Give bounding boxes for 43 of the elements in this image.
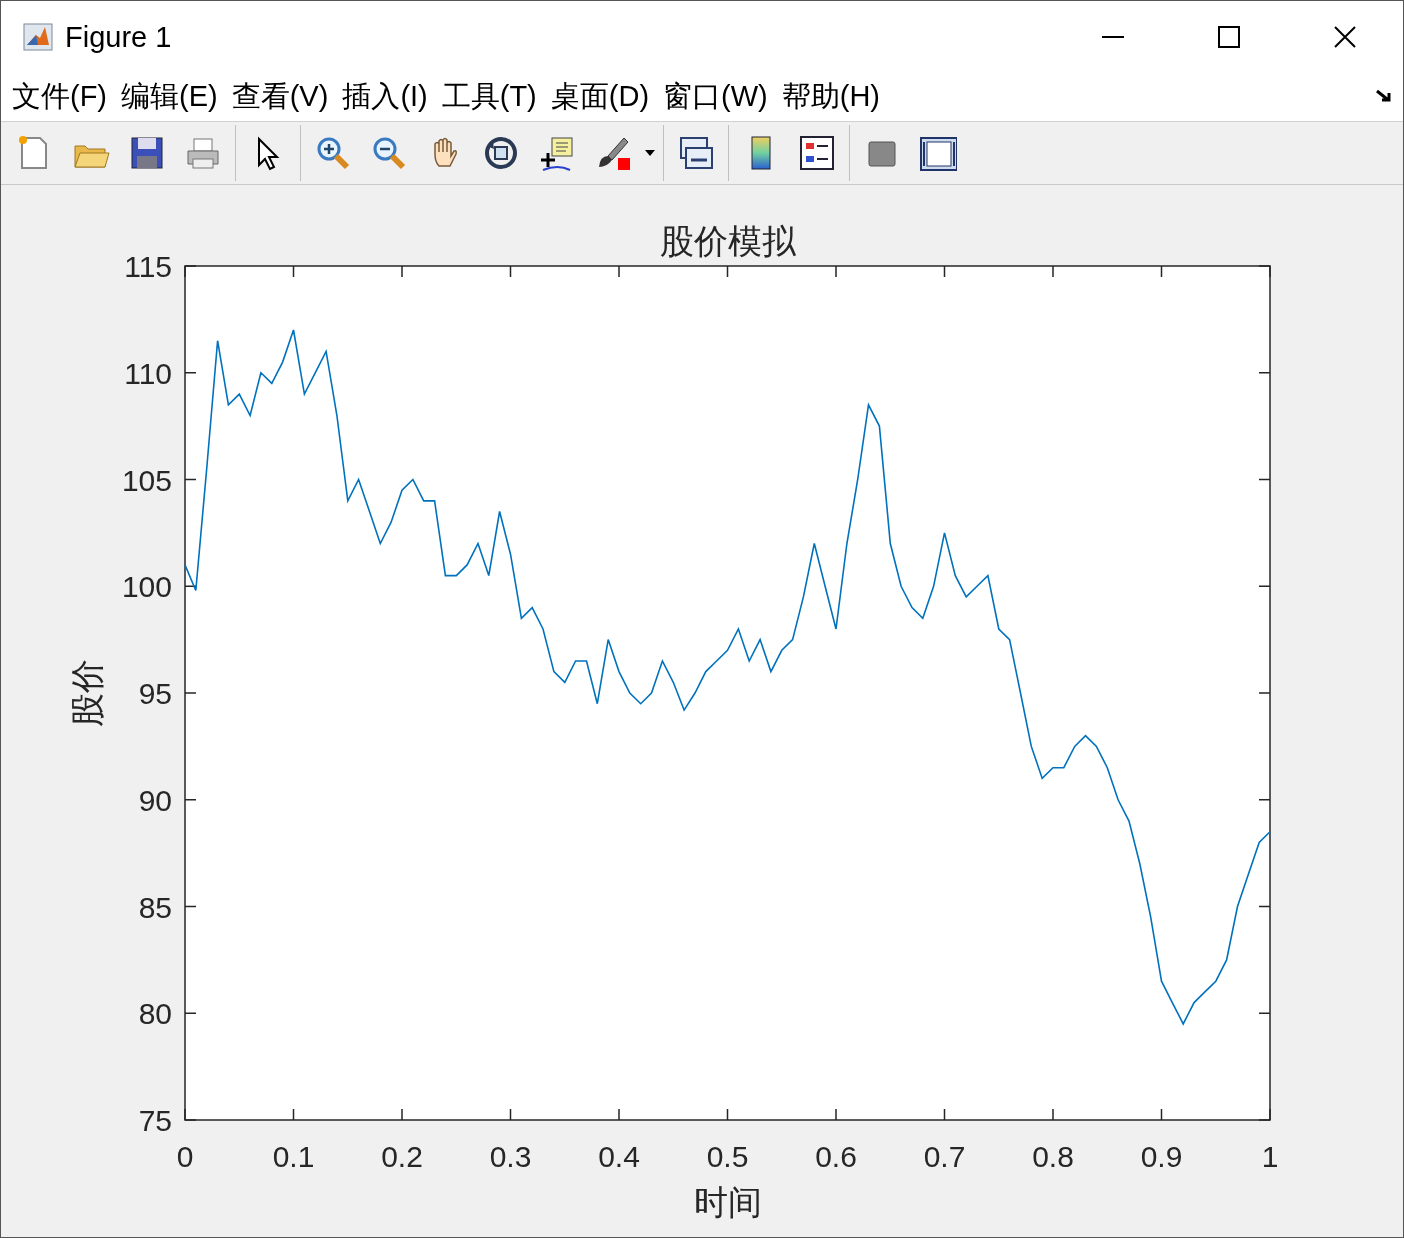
menu-item[interactable]: 工具(T) [434,77,544,117]
menu-item[interactable]: 编辑(E) [114,77,225,117]
tick-label: 0.5 [706,1140,749,1173]
menu-item[interactable]: 查看(V) [224,77,336,117]
dock-arrow-icon[interactable] [1375,89,1393,105]
menu-item[interactable]: 窗口(W) [656,77,775,117]
tick-label: 0.3 [489,1140,532,1173]
menu-item[interactable]: 帮助(H) [774,77,887,117]
tick-label: 1 [1261,1140,1279,1173]
window-panels-icon [919,134,957,172]
chart-title: 股价模拟 [659,222,796,260]
tick-label: 0 [176,1140,194,1173]
data-tip-icon [538,134,576,172]
linked-plots-icon [677,134,715,172]
menu-item[interactable]: 插入(I) [335,77,435,117]
tick-label: 0.1 [272,1140,315,1173]
tick-label: 110 [124,356,172,390]
rotate-cube-icon [482,134,520,172]
minimize-icon [1102,36,1124,38]
window-title: Figure 1 [65,20,173,54]
tick-label: 85 [138,890,172,924]
tick-label: 0.2 [381,1140,423,1173]
caret-down-icon [645,150,655,156]
tick-label: 115 [124,250,172,283]
tick-label: 0.8 [1032,1140,1074,1173]
y-axis-label: 股价 [68,659,106,727]
menu-item[interactable]: 桌面(D) [543,77,657,117]
tick-label: 75 [138,1104,172,1137]
tick-label: 95 [138,677,172,710]
app-logo-icon [23,23,53,51]
legend-icon [798,134,836,172]
menu-item[interactable]: 文件(F) [5,77,115,117]
tick-label: 80 [138,997,172,1031]
tick-label: 0.7 [923,1140,966,1173]
tick-label: 0.6 [815,1140,857,1173]
tick-label: 105 [121,463,172,497]
tick-label: 100 [121,570,172,604]
x-axis-label: 时间 [693,1183,762,1221]
close-icon [1334,26,1356,48]
tick-label: 0.9 [1140,1140,1183,1173]
tick-label: 90 [138,783,172,817]
maximize-icon [1218,26,1240,48]
tick-label: 0.4 [598,1140,640,1173]
